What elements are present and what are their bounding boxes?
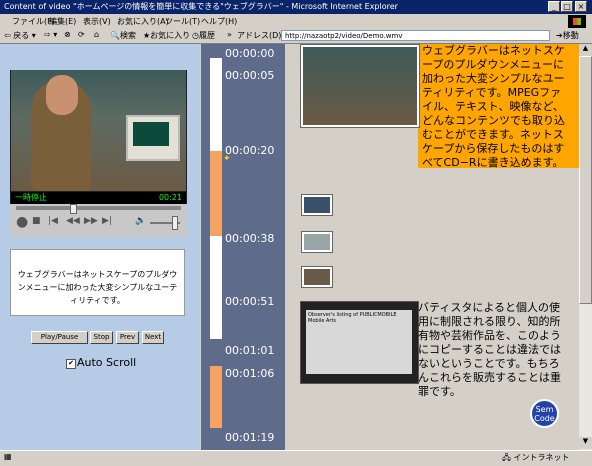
segment-text: バティスタによると個人の使用に制限される限り、知的所有物や芸術作品を、このように… — [418, 301, 561, 398]
player-time: 00:21 — [158, 193, 182, 202]
seek-handle[interactable] — [70, 204, 77, 214]
rewind-icon[interactable]: ◀◀ — [66, 216, 80, 226]
video-frame[interactable] — [11, 70, 186, 191]
player-state: 一時停止 — [15, 193, 47, 202]
menu-bar: ファイル(F) 編集(E) 表示(V) お気に入り(A) ツール(T) ヘルプ(… — [0, 14, 592, 30]
menu-tools[interactable]: ツール(T) — [165, 16, 200, 27]
timestamp[interactable]: 00:00:20 — [225, 144, 274, 157]
page-icon: ▦ — [4, 452, 12, 461]
address-input[interactable]: http://nazaotp2/video/Demo.wmv — [281, 30, 550, 41]
timeline-segment-active[interactable] — [210, 151, 222, 236]
play-icon[interactable]: ● — [16, 214, 28, 230]
windows-logo-icon — [568, 15, 586, 28]
next-icon[interactable]: ▶| — [102, 216, 112, 226]
search-button[interactable]: 🔍検索 — [110, 30, 136, 41]
stop-ctrl-icon[interactable]: ■ — [32, 216, 41, 226]
history-button[interactable]: ◷履歴 — [192, 30, 215, 41]
maximize-button[interactable]: □ — [561, 1, 573, 12]
close-button[interactable]: × — [575, 1, 587, 12]
refresh-icon[interactable]: ⟳ — [78, 30, 85, 39]
back-button[interactable]: ⇦ 戻る ▾ — [4, 30, 36, 41]
scroll-down-icon[interactable]: ▼ — [579, 437, 592, 449]
keyframe-thumbnail[interactable] — [301, 194, 333, 216]
sem-code-logo: Sem Code — [530, 399, 559, 428]
player-status: 一時停止 00:21 — [11, 192, 186, 204]
player-controls: ● ■ |◀ ◀◀ ▶▶ ▶| 🔈 — [10, 204, 187, 237]
next-button[interactable]: Next — [142, 331, 164, 344]
timestamp[interactable]: 00:01:19 — [225, 431, 274, 444]
menu-help[interactable]: ヘルプ(H) — [201, 16, 237, 27]
timestamp[interactable]: 00:01:01 — [225, 344, 274, 357]
timeline-segment[interactable] — [210, 236, 222, 339]
toolbar: ⇦ 戻る ▾ ⇨ ▾ ⊗ ⟳ ⌂ 🔍検索 ★お気に入り ◷履歴 » アドレス(D… — [0, 29, 592, 44]
back-label: 戻る — [13, 31, 30, 40]
scroll-thumb[interactable] — [579, 56, 592, 304]
window-title-bar: Content of video "ホームページの情報を簡単に収集できる"ウェブ… — [0, 0, 592, 14]
screen-capture-text: Observer's listing of PUBLICMOBILE Mobil… — [306, 310, 412, 374]
segment-thumbnail[interactable] — [300, 44, 420, 128]
monitor-image — [126, 115, 180, 161]
auto-scroll-checkbox[interactable]: ✔ — [66, 359, 76, 369]
window-title: Content of video "ホームページの情報を簡単に収集できる"ウェブ… — [4, 2, 398, 11]
search-label: 検索 — [119, 31, 136, 40]
zone-label: イントラネット — [513, 453, 570, 462]
toolbar-overflow-icon[interactable]: » — [227, 30, 232, 39]
forward-button[interactable]: ⇨ ▾ — [44, 30, 57, 39]
prev-icon[interactable]: |◀ — [48, 216, 58, 226]
scroll-up-icon[interactable]: ▲ — [579, 44, 592, 56]
status-bar: ▦ 🖧 イントラネット — [0, 450, 592, 464]
timeline-panel: ✦ 00:00:00 00:00:05 00:00:20 00:00:38 00… — [201, 44, 285, 450]
go-label: 移動 — [562, 31, 579, 40]
favorites-label: お気に入り — [150, 31, 191, 40]
timestamp[interactable]: 00:01:06 — [225, 367, 274, 380]
menu-view[interactable]: 表示(V) — [83, 16, 111, 27]
address-label: アドレス(D) — [237, 31, 282, 40]
volume-handle[interactable] — [172, 216, 178, 230]
history-label: 履歴 — [198, 31, 215, 40]
forward-icon[interactable]: ▶▶ — [84, 216, 98, 226]
timestamp[interactable]: 00:00:51 — [225, 295, 274, 308]
presenter-face — [46, 75, 78, 115]
play-pause-button[interactable]: Play/Pause — [31, 331, 88, 344]
go-button[interactable]: ➔移動 — [556, 30, 579, 41]
media-player: 一時停止 00:21 ● ■ |◀ ◀◀ ▶▶ ▶| 🔈 — [10, 70, 187, 237]
timestamp[interactable]: 00:00:00 — [225, 47, 274, 60]
timeline-segment[interactable] — [210, 58, 222, 151]
prev-button[interactable]: Prev — [116, 331, 139, 344]
stop-button[interactable]: Stop — [90, 331, 113, 344]
keyframe-thumbnail[interactable] — [301, 231, 333, 253]
stop-icon[interactable]: ⊗ — [64, 30, 71, 39]
auto-scroll-label: Auto Scroll — [77, 356, 137, 369]
timestamp[interactable]: 00:00:38 — [225, 232, 274, 245]
seek-bar[interactable] — [16, 206, 181, 210]
menu-edit[interactable]: 編集(E) — [49, 16, 76, 27]
volume-icon[interactable]: 🔈 — [135, 216, 146, 226]
menu-favorites[interactable]: お気に入り(A) — [117, 16, 169, 27]
keyframe-thumbnail[interactable] — [301, 266, 333, 288]
home-icon[interactable]: ⌂ — [94, 30, 99, 39]
vertical-scrollbar[interactable]: ▲ ▼ — [579, 44, 592, 450]
timeline-segment-active[interactable] — [210, 366, 222, 428]
minimize-button[interactable]: _ — [548, 1, 560, 12]
segment-text: ウェブグラバーはネットスケープのプルダウンメニューに加わった大変シンプルなユーテ… — [422, 44, 565, 169]
timestamp[interactable]: 00:00:05 — [225, 69, 274, 82]
favorites-button[interactable]: ★お気に入り — [143, 30, 190, 41]
caption-box: ウェブグラバーはネットスケープのプルダウンメニューに加わった大変シンプルなユーテ… — [10, 249, 185, 316]
screen-capture-thumbnail[interactable]: Observer's listing of PUBLICMOBILE Mobil… — [300, 301, 419, 384]
intranet-zone: 🖧 イントラネット — [502, 453, 570, 462]
